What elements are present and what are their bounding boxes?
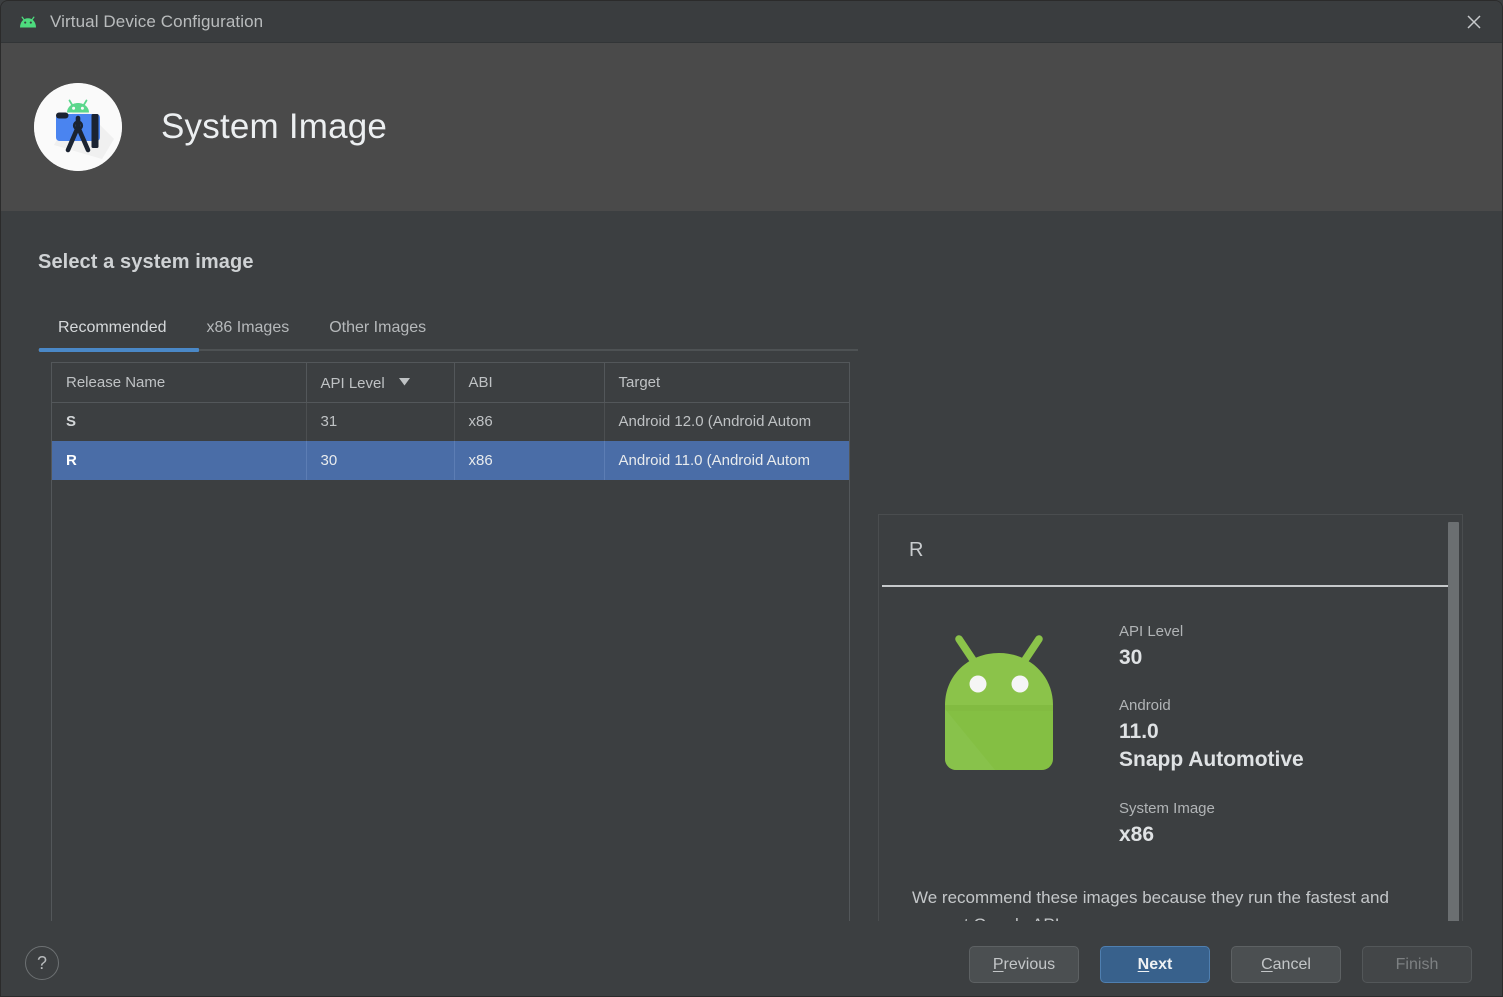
- window-titlebar: Virtual Device Configuration: [1, 1, 1503, 43]
- wizard-header: System Image: [1, 43, 1503, 211]
- previous-button-mnemonic: P: [993, 956, 1004, 974]
- android-version-label: Android: [1119, 697, 1462, 714]
- image-source-tabs: Recommended x86 Images Other Images: [38, 307, 858, 355]
- cancel-button[interactable]: Cancel: [1231, 946, 1341, 983]
- api-level-label: API Level: [1119, 623, 1462, 640]
- cell-release-name: R: [52, 441, 306, 480]
- previous-button-label: revious: [1004, 956, 1056, 974]
- table-header-row: Release Name API Level ABI Target: [52, 363, 850, 402]
- detail-panel-scrollbar-thumb[interactable]: [1448, 522, 1459, 988]
- tab-underline-active: [39, 348, 199, 352]
- table-row[interactable]: R 30 x86 Android 11.0 (Android Autom: [52, 441, 850, 480]
- finish-button: Finish: [1362, 946, 1472, 983]
- system-image-table[interactable]: Release Name API Level ABI Target: [51, 362, 850, 964]
- wizard-body: Select a system image Recommended x86 Im…: [1, 211, 1503, 921]
- next-button[interactable]: Next: [1100, 946, 1210, 983]
- vendor-name: Snapp Automotive: [1119, 748, 1462, 772]
- clipped-bottom-text: [11, 991, 231, 997]
- close-icon[interactable]: [1444, 1, 1503, 42]
- page-title: System Image: [161, 107, 387, 147]
- triangle-down-icon: [399, 373, 410, 390]
- cell-api-level: 30: [306, 441, 454, 480]
- cell-abi: x86: [454, 441, 604, 480]
- column-header-target[interactable]: Target: [604, 363, 850, 402]
- tab-other-images[interactable]: Other Images: [309, 319, 446, 349]
- section-title: Select a system image: [38, 251, 254, 274]
- column-header-release-name-label: Release Name: [66, 374, 165, 391]
- wizard-navigation-buttons: Previous Next Cancel Finish: [969, 946, 1472, 983]
- column-header-release-name[interactable]: Release Name: [52, 363, 306, 402]
- cell-api-level: 31: [306, 402, 454, 441]
- android-robot-icon: [879, 611, 1119, 874]
- cancel-button-label: ancel: [1273, 956, 1311, 974]
- tab-recommended[interactable]: Recommended: [38, 319, 187, 349]
- android-version-value: 11.0: [1119, 720, 1462, 744]
- detail-panel-header: R: [879, 515, 1462, 585]
- api-level-value: 30: [1119, 646, 1462, 670]
- tab-x86-images[interactable]: x86 Images: [187, 319, 310, 349]
- virtual-device-configuration-window: Virtual Device Configuration: [0, 0, 1503, 997]
- column-header-api-level-label: API Level: [321, 375, 385, 392]
- android-head-icon: [15, 9, 41, 35]
- cell-abi: x86: [454, 402, 604, 441]
- column-header-target-label: Target: [619, 374, 661, 391]
- wizard-footer: ? Previous Next Cancel Finish: [1, 921, 1503, 997]
- column-header-abi-label: ABI: [469, 374, 493, 391]
- system-image-label: System Image: [1119, 800, 1462, 817]
- next-button-mnemonic: N: [1138, 956, 1150, 974]
- help-button[interactable]: ?: [25, 946, 59, 980]
- system-image-value: x86: [1119, 823, 1462, 847]
- next-button-label: ext: [1149, 956, 1172, 974]
- column-header-abi[interactable]: ABI: [454, 363, 604, 402]
- cell-target: Android 12.0 (Android Autom: [604, 402, 850, 441]
- detail-heading: R: [909, 539, 923, 562]
- cell-release-name: S: [52, 402, 306, 441]
- detail-facts: API Level 30 Android 11.0 Snapp Automoti…: [1119, 611, 1462, 874]
- column-header-api-level[interactable]: API Level: [306, 363, 454, 402]
- table-row[interactable]: S 31 x86 Android 12.0 (Android Autom: [52, 402, 850, 441]
- cell-target: Android 11.0 (Android Autom: [604, 441, 850, 480]
- previous-button[interactable]: Previous: [969, 946, 1079, 983]
- cancel-button-mnemonic: C: [1261, 956, 1273, 974]
- android-studio-logo-icon: [34, 83, 122, 171]
- window-title: Virtual Device Configuration: [50, 12, 263, 32]
